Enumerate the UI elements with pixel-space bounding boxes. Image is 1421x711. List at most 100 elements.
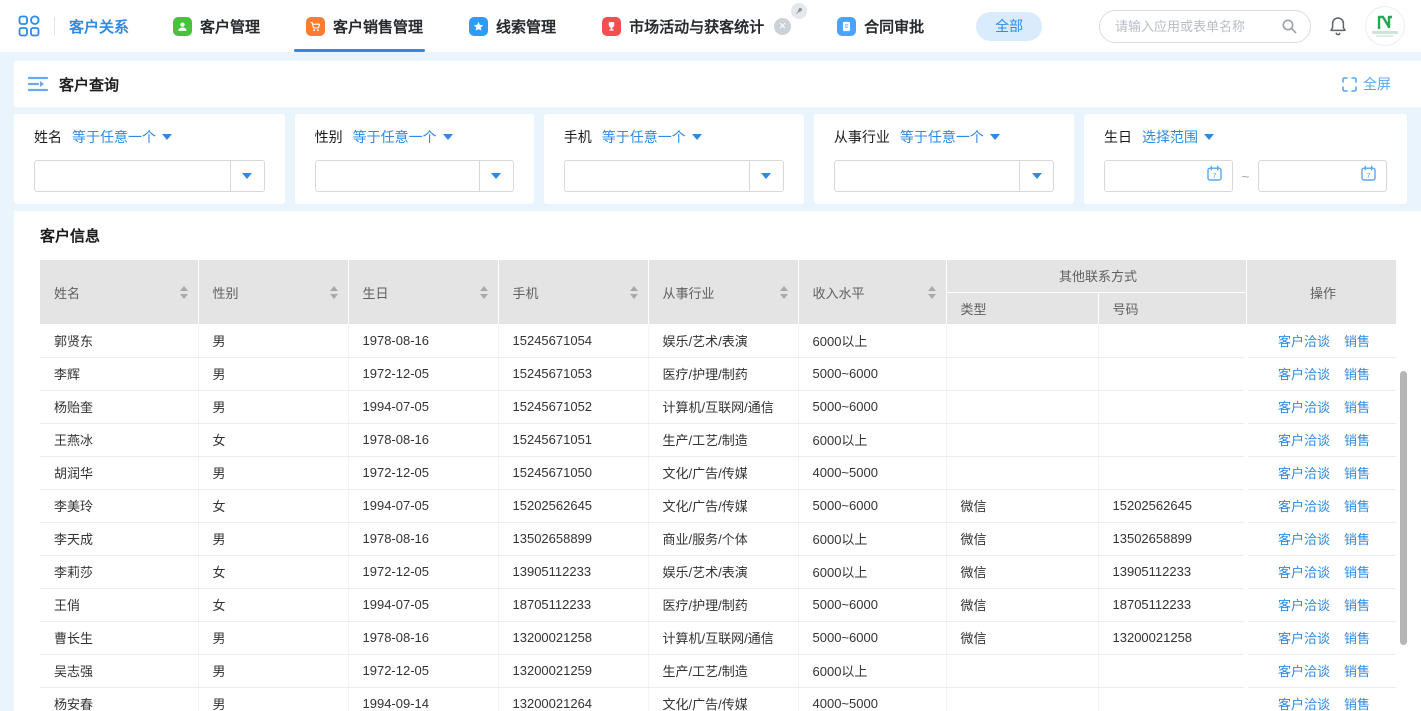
collapse-menu-icon[interactable] [28, 76, 48, 92]
filter-select-value[interactable] [565, 161, 749, 191]
date-input-start[interactable]: 7 [1104, 160, 1233, 192]
sort-icon[interactable] [630, 286, 638, 299]
workspace-title[interactable]: 客户关系 [69, 16, 129, 37]
fullscreen-button[interactable]: 全屏 [1342, 74, 1391, 94]
filter-operator-dropdown[interactable]: 等于任意一个 [900, 127, 1000, 147]
sell-link[interactable]: 销售 [1344, 499, 1370, 514]
negotiate-link[interactable]: 客户洽谈 [1278, 532, 1330, 547]
cell-name: 王俏 [40, 588, 198, 621]
customer-table: 姓名性别生日手机从事行业收入水平其他联系方式操作类型号码 郭贤东男1978-08… [40, 260, 1397, 711]
sell-link[interactable]: 销售 [1344, 400, 1370, 415]
cell-gender: 男 [198, 390, 348, 423]
brand-logo[interactable] [1365, 6, 1405, 46]
cell-phone: 15202562645 [498, 489, 648, 522]
filter-select-gender[interactable] [315, 160, 514, 192]
cell-birthday: 1972-12-05 [348, 654, 498, 687]
negotiate-link[interactable]: 客户洽谈 [1278, 499, 1330, 514]
filter-operator-dropdown[interactable]: 等于任意一个 [72, 127, 172, 147]
tab-marketing-stats[interactable]: 市场活动与获客统计× [602, 0, 791, 52]
date-input-end[interactable]: 7 [1258, 160, 1387, 192]
cell-actions: 客户洽谈销售 [1246, 489, 1396, 522]
negotiate-link[interactable]: 客户洽谈 [1278, 697, 1330, 711]
cell-income: 6000以上 [798, 522, 946, 555]
select-caret-button[interactable] [479, 161, 513, 191]
sell-link[interactable]: 销售 [1344, 466, 1370, 481]
table-row: 杨贻奎男1994-07-0515245671052计算机/互联网/通信5000~… [40, 390, 1396, 423]
filter-operator-dropdown[interactable]: 选择范围 [1142, 127, 1214, 147]
notification-bell-icon[interactable] [1328, 15, 1348, 37]
filter-select-value[interactable] [835, 161, 1019, 191]
filter-operator-dropdown[interactable]: 等于任意一个 [353, 127, 453, 147]
col-header-birthday[interactable]: 生日 [348, 260, 498, 324]
tab-customer-mgmt[interactable]: 客户管理 [173, 0, 260, 52]
filter-select-phone[interactable] [564, 160, 784, 192]
sell-link[interactable]: 销售 [1344, 565, 1370, 580]
select-caret-button[interactable] [749, 161, 783, 191]
filter-select-industry[interactable] [834, 160, 1054, 192]
close-tab-icon[interactable]: × [774, 18, 791, 35]
negotiate-link[interactable]: 客户洽谈 [1278, 565, 1330, 580]
sell-link[interactable]: 销售 [1344, 598, 1370, 613]
negotiate-link[interactable]: 客户洽谈 [1278, 400, 1330, 415]
tab-contract-approval[interactable]: 合同审批 [837, 0, 924, 52]
negotiate-link[interactable]: 客户洽谈 [1278, 334, 1330, 349]
cell-name: 曹长生 [40, 621, 198, 654]
filter-select-value[interactable] [35, 161, 230, 191]
table-scrollbar-thumb[interactable] [1400, 371, 1407, 645]
cell-contact-number: 13200021258 [1098, 621, 1246, 654]
negotiate-link[interactable]: 客户洽谈 [1278, 433, 1330, 448]
sell-link[interactable]: 销售 [1344, 697, 1370, 711]
sort-icon[interactable] [928, 286, 936, 299]
negotiate-link[interactable]: 客户洽谈 [1278, 631, 1330, 646]
filter-select-name[interactable] [34, 160, 265, 192]
col-header-industry[interactable]: 从事行业 [648, 260, 798, 324]
cell-contact-number [1098, 423, 1246, 456]
cell-actions: 客户洽谈销售 [1246, 621, 1396, 654]
filter-label: 生日 [1104, 127, 1132, 147]
cell-contact-type [946, 324, 1098, 357]
negotiate-link[interactable]: 客户洽谈 [1278, 598, 1330, 613]
sort-icon[interactable] [180, 286, 188, 299]
filter-operator-dropdown[interactable]: 等于任意一个 [602, 127, 702, 147]
tab-customer-sales-mgmt[interactable]: 客户销售管理 [306, 0, 423, 52]
filter-select-value[interactable] [316, 161, 479, 191]
col-header-income[interactable]: 收入水平 [798, 260, 946, 324]
cell-phone: 13200021259 [498, 654, 648, 687]
cell-industry: 文化/广告/传媒 [648, 687, 798, 711]
sell-link[interactable]: 销售 [1344, 334, 1370, 349]
sell-link[interactable]: 销售 [1344, 664, 1370, 679]
calendar-icon[interactable]: 7 [1360, 165, 1377, 187]
sort-icon[interactable] [480, 286, 488, 299]
select-caret-button[interactable] [230, 161, 264, 191]
sell-link[interactable]: 销售 [1344, 631, 1370, 646]
all-apps-button[interactable]: 全部 [976, 12, 1042, 41]
pin-icon[interactable] [791, 3, 807, 19]
cell-name: 李莉莎 [40, 555, 198, 588]
select-caret-button[interactable] [1019, 161, 1053, 191]
sell-link[interactable]: 销售 [1344, 433, 1370, 448]
cell-industry: 文化/广告/传媒 [648, 456, 798, 489]
sort-icon[interactable] [780, 286, 788, 299]
sell-link[interactable]: 销售 [1344, 367, 1370, 382]
calendar-icon[interactable]: 7 [1206, 165, 1223, 187]
negotiate-link[interactable]: 客户洽谈 [1278, 466, 1330, 481]
col-header-phone[interactable]: 手机 [498, 260, 648, 324]
negotiate-link[interactable]: 客户洽谈 [1278, 367, 1330, 382]
filter-card-gender: 性别等于任意一个 [295, 114, 534, 204]
filter-label: 性别 [315, 127, 343, 147]
col-header-gender[interactable]: 性别 [198, 260, 348, 324]
sort-icon[interactable] [330, 286, 338, 299]
cell-phone: 18705112233 [498, 588, 648, 621]
apps-grid-icon[interactable] [18, 15, 40, 37]
search-icon[interactable] [1281, 18, 1298, 35]
tab-leads-mgmt[interactable]: 线索管理 [469, 0, 556, 52]
sell-link[interactable]: 销售 [1344, 532, 1370, 547]
table-row: 吴志强男1972-12-0513200021259生产/工艺/制造6000以上客… [40, 654, 1396, 687]
negotiate-link[interactable]: 客户洽谈 [1278, 664, 1330, 679]
cell-income: 5000~6000 [798, 588, 946, 621]
chevron-down-icon [990, 134, 1000, 140]
col-header-name[interactable]: 姓名 [40, 260, 198, 324]
col-header-label: 姓名 [54, 283, 80, 302]
cell-actions: 客户洽谈销售 [1246, 390, 1396, 423]
search-input[interactable] [1099, 10, 1311, 43]
